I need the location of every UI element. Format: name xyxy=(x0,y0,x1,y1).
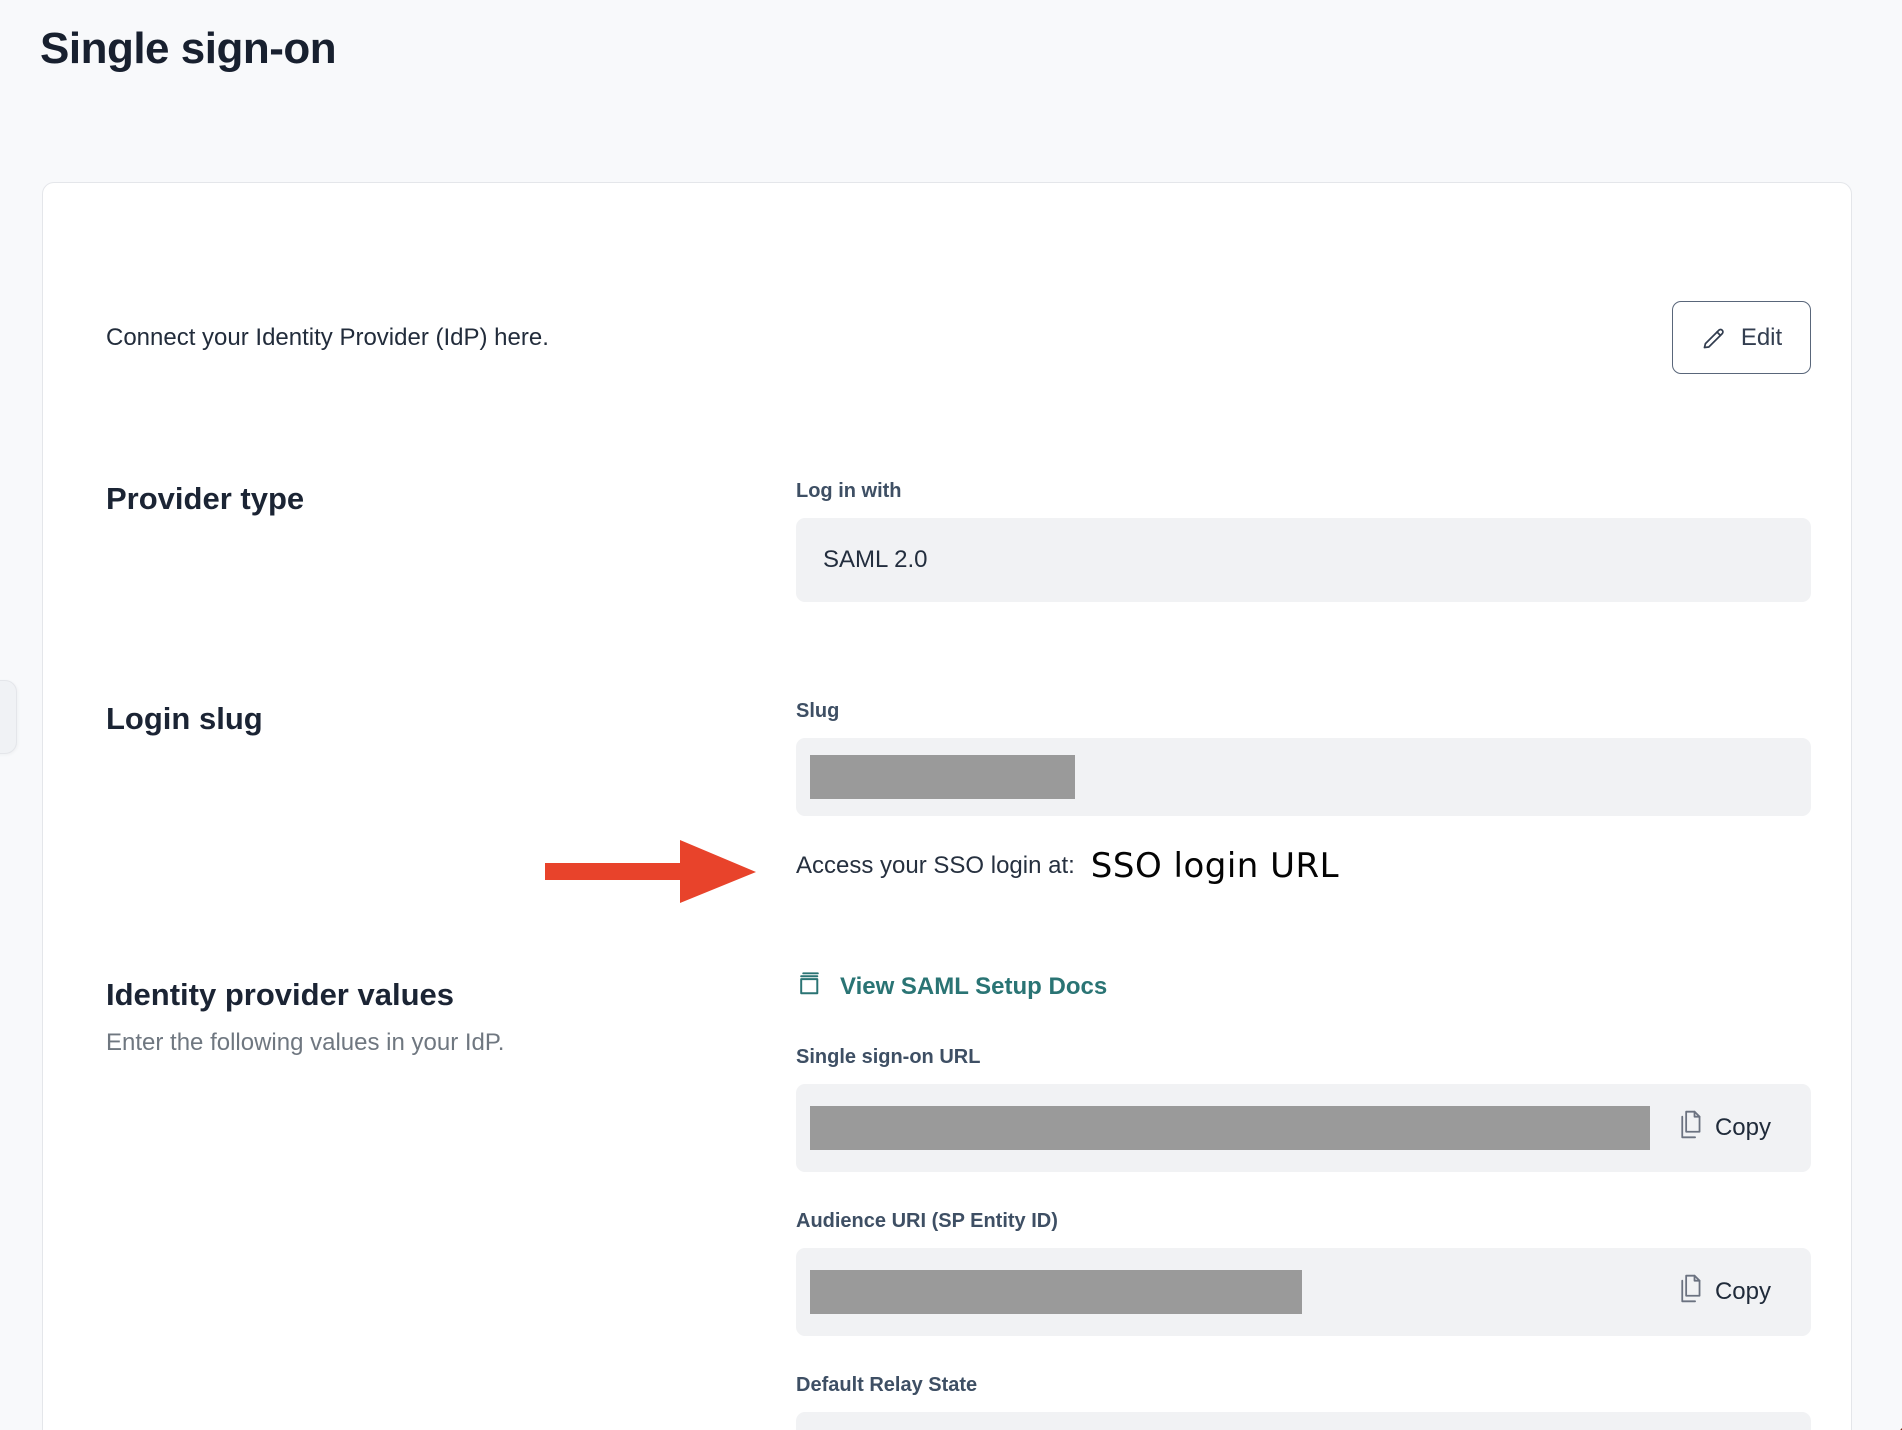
relay-state-field: Default Relay State bigproject Copy xyxy=(796,1374,1811,1430)
saml-docs-link-label: View SAML Setup Docs xyxy=(840,973,1107,1001)
sso-url-field: Single sign-on URL Copy xyxy=(796,1046,1811,1172)
provider-type-section: Provider type Log in with SAML 2.0 xyxy=(106,480,1811,602)
red-arrow-annotation xyxy=(545,835,758,914)
idp-values-section: Identity provider values Enter the follo… xyxy=(106,976,1811,1430)
copy-icon xyxy=(1677,1110,1702,1146)
provider-type-value-text: SAML 2.0 xyxy=(823,546,928,574)
copy-sso-url-button[interactable]: Copy xyxy=(1677,1110,1771,1146)
copy-audience-uri-button[interactable]: Copy xyxy=(1677,1274,1771,1310)
provider-type-value: SAML 2.0 xyxy=(796,518,1811,602)
idp-values-heading: Identity provider values xyxy=(106,976,796,1013)
sso-url-value: Copy xyxy=(796,1084,1811,1172)
audience-uri-field: Audience URI (SP Entity ID) Copy xyxy=(796,1210,1811,1336)
copy-icon xyxy=(1677,1274,1702,1310)
intro-text: Connect your Identity Provider (IdP) her… xyxy=(106,324,549,352)
relay-state-value: bigproject Copy xyxy=(796,1412,1811,1430)
saml-docs-link[interactable]: View SAML Setup Docs xyxy=(796,970,1811,1004)
audience-uri-redaction-bar xyxy=(810,1270,1302,1314)
edit-button-label: Edit xyxy=(1741,324,1782,352)
access-prefix-text: Access your SSO login at: xyxy=(796,852,1075,880)
sso-login-url-annotation[interactable]: SSO login URL xyxy=(1091,846,1339,886)
login-with-label: Log in with xyxy=(796,480,1811,503)
slug-value xyxy=(796,738,1811,816)
copy-button-label: Copy xyxy=(1715,1278,1771,1306)
login-slug-heading: Login slug xyxy=(106,700,796,737)
audience-uri-label: Audience URI (SP Entity ID) xyxy=(796,1210,1811,1233)
login-slug-section: Login slug Slug Access your SSO login at… xyxy=(106,700,1811,886)
provider-type-heading: Provider type xyxy=(106,480,796,517)
slug-redaction-bar xyxy=(810,755,1075,799)
idp-values-subheading: Enter the following values in your IdP. xyxy=(106,1029,796,1057)
sso-url-label: Single sign-on URL xyxy=(796,1046,1811,1069)
left-drawer-handle[interactable] xyxy=(0,680,17,754)
sso-url-redaction-bar xyxy=(810,1106,1650,1150)
pencil-icon xyxy=(1701,325,1727,351)
intro-row: Connect your Identity Provider (IdP) her… xyxy=(106,301,1811,374)
sso-settings-card: Connect your Identity Provider (IdP) her… xyxy=(42,182,1852,1430)
edit-button[interactable]: Edit xyxy=(1672,301,1811,374)
audience-uri-value: Copy xyxy=(796,1248,1811,1336)
sso-access-row: Access your SSO login at: SSO login URL xyxy=(796,846,1811,886)
slug-label: Slug xyxy=(796,700,1811,723)
relay-state-label: Default Relay State xyxy=(796,1374,1811,1397)
journal-icon xyxy=(796,970,823,1004)
page-title: Single sign-on xyxy=(40,24,1902,74)
copy-button-label: Copy xyxy=(1715,1114,1771,1142)
